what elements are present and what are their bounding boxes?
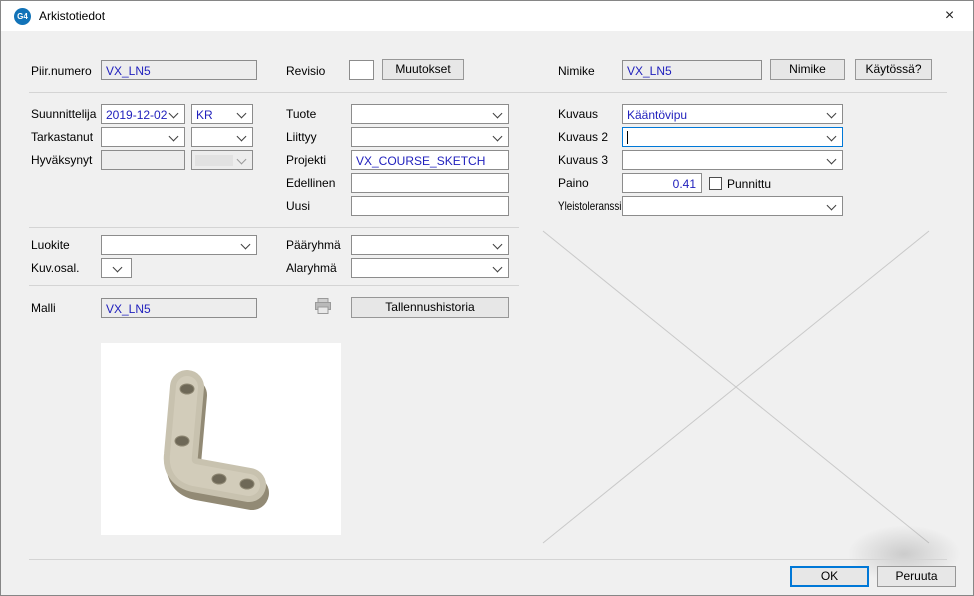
hyvaksynyt-label: Hyväksynyt — [31, 153, 92, 167]
bracket-3d-image — [101, 343, 341, 535]
suunnittelija-initials-combo[interactable]: KR — [191, 104, 253, 124]
paaryhma-label: Pääryhmä — [286, 238, 341, 252]
punnittu-label: Punnittu — [727, 177, 771, 191]
kaytossa-button[interactable]: Käytössä? — [855, 59, 932, 80]
title-bar[interactable]: G4 Arkistotiedot × — [1, 1, 973, 31]
chevron-down-icon — [237, 132, 247, 142]
separator-top — [29, 92, 947, 93]
uusi-label: Uusi — [286, 199, 310, 213]
luokite-combo[interactable] — [101, 235, 257, 255]
hyvaksynyt-date-field — [101, 150, 185, 170]
separator-model — [29, 285, 519, 286]
yleistoleranssi-combo[interactable] — [622, 196, 843, 216]
nimike-value: VX_LN5 — [627, 64, 672, 78]
yleistoleranssi-label: Yleistoleranssi — [558, 199, 621, 213]
piir-numero-label: Piir.numero — [31, 64, 92, 78]
kuv-osal-label: Kuv.osal. — [31, 261, 79, 275]
tuote-label: Tuote — [286, 107, 316, 121]
nimike-field[interactable]: VX_LN5 — [622, 60, 762, 80]
preview-placeholder — [541, 229, 931, 545]
kuvaus-value: Kääntövipu — [627, 108, 687, 122]
text-cursor — [627, 131, 628, 144]
edellinen-field[interactable] — [351, 173, 509, 193]
suunnittelija-initials-value: KR — [196, 108, 213, 122]
tarkastanut-initials-combo[interactable] — [191, 127, 253, 147]
kuvaus-label: Kuvaus — [558, 107, 598, 121]
piir-numero-value: VX_LN5 — [106, 64, 151, 78]
kuvaus3-combo[interactable] — [622, 150, 843, 170]
uusi-field[interactable] — [351, 196, 509, 216]
chevron-down-icon — [493, 109, 503, 119]
chevron-down-icon — [827, 201, 837, 211]
chevron-down-icon — [237, 109, 247, 119]
punnittu-checkbox[interactable] — [709, 177, 722, 190]
luokite-label: Luokite — [31, 238, 70, 252]
close-button[interactable]: × — [927, 2, 972, 31]
chevron-down-icon — [827, 155, 837, 165]
malli-label: Malli — [31, 301, 56, 315]
paino-label: Paino — [558, 176, 589, 190]
suunnittelija-date-combo[interactable]: 2019-12-02 — [101, 104, 185, 124]
chevron-down-icon — [169, 132, 179, 142]
tuote-combo[interactable] — [351, 104, 509, 124]
suunnittelija-date-value: 2019-12-02 — [106, 108, 167, 122]
liittyy-combo[interactable] — [351, 127, 509, 147]
projekti-value: VX_COURSE_SKETCH — [356, 154, 485, 168]
close-icon: × — [945, 7, 954, 24]
disabled-swatch — [195, 155, 233, 166]
chevron-down-icon — [493, 240, 503, 250]
window-title: Arkistotiedot — [39, 9, 105, 23]
kuvaus2-combo[interactable] — [622, 127, 843, 147]
peruuta-button[interactable]: Peruuta — [877, 566, 956, 587]
chevron-down-icon — [493, 132, 503, 142]
tarkastanut-date-combo[interactable] — [101, 127, 185, 147]
kuvaus-combo[interactable]: Kääntövipu — [622, 104, 843, 124]
ok-button[interactable]: OK — [790, 566, 869, 587]
chevron-down-icon — [827, 109, 837, 119]
chevron-down-icon — [827, 132, 837, 142]
kuv-osal-combo[interactable] — [101, 258, 132, 278]
separator-footer — [29, 559, 947, 560]
separator-classification — [29, 227, 519, 228]
printer-icon[interactable] — [313, 296, 333, 316]
projekti-field[interactable]: VX_COURSE_SKETCH — [351, 150, 509, 170]
paaryhma-combo[interactable] — [351, 235, 509, 255]
nimike-button[interactable]: Nimike — [770, 59, 845, 80]
projekti-label: Projekti — [286, 153, 326, 167]
kuvaus2-label: Kuvaus 2 — [558, 130, 608, 144]
malli-value: VX_LN5 — [106, 302, 151, 316]
chevron-down-icon — [493, 263, 503, 273]
revisio-label: Revisio — [286, 64, 325, 78]
tallennushistoria-button[interactable]: Tallennushistoria — [351, 297, 509, 318]
revisio-field[interactable] — [349, 60, 374, 80]
hyvaksynyt-initials-combo — [191, 150, 253, 170]
liittyy-label: Liittyy — [286, 130, 317, 144]
nimike-label: Nimike — [558, 64, 595, 78]
chevron-down-icon — [169, 109, 179, 119]
muutokset-button[interactable]: Muutokset — [382, 59, 464, 80]
chevron-down-icon — [113, 263, 123, 273]
tarkastanut-label: Tarkastanut — [31, 130, 93, 144]
piir-numero-field[interactable]: VX_LN5 — [101, 60, 257, 80]
kuvaus3-label: Kuvaus 3 — [558, 153, 608, 167]
chevron-down-icon — [237, 155, 247, 165]
alaryhma-combo[interactable] — [351, 258, 509, 278]
alaryhma-label: Alaryhmä — [286, 261, 337, 275]
chevron-down-icon — [241, 240, 251, 250]
arkistotiedot-dialog: G4 Arkistotiedot × Piir.numero VX_LN5 Re… — [0, 0, 974, 596]
malli-field: VX_LN5 — [101, 298, 257, 318]
g4-app-icon: G4 — [14, 8, 31, 25]
paino-field[interactable]: 0.41 — [622, 173, 702, 193]
suunnittelija-label: Suunnittelija — [31, 107, 96, 121]
paino-value: 0.41 — [673, 177, 696, 191]
part-thumbnail — [101, 343, 341, 535]
edellinen-label: Edellinen — [286, 176, 335, 190]
